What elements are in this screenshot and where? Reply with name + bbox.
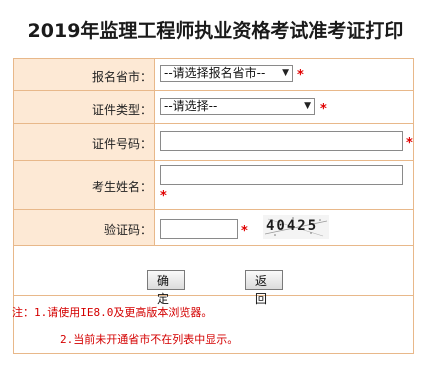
name-label-cell: 考生姓名： — [14, 161, 155, 209]
page-title: 2019年监理工程师执业资格考试准考证打印 — [27, 20, 404, 42]
note-line-2: 2.当前未开通省市不在列表中显示。 — [60, 333, 239, 346]
back-button[interactable]: 返回 — [245, 270, 283, 306]
name-row: 考生姓名： * — [14, 161, 413, 210]
button-row: 确定 返回 — [14, 246, 413, 306]
captcha-image[interactable]: 40425 — [263, 215, 329, 239]
chevron-down-icon: ▼ — [282, 68, 289, 78]
province-select[interactable]: --请选择报名省市-- ▼ — [160, 65, 293, 82]
note-line-1: 注：1.请使用IE8.0及更高版本浏览器。 — [12, 306, 213, 319]
id-type-select[interactable]: --请选择-- ▼ — [160, 98, 315, 115]
required-mark: * — [160, 189, 167, 204]
ticket-print-form: 报名省市： --请选择报名省市-- ▼ * 证件类型： --请选择-- ▼ * … — [12, 58, 414, 354]
confirm-button[interactable]: 确定 — [147, 270, 185, 306]
captcha-label: 验证码： — [103, 223, 152, 237]
notes-row: 注：1.请使用IE8.0及更高版本浏览器。 2.当前未开通省市不在列表中显示。 — [12, 296, 413, 353]
province-label: 报名省市： — [91, 70, 152, 84]
province-row: 报名省市： --请选择报名省市-- ▼ * — [14, 59, 413, 91]
id-type-label: 证件类型： — [91, 103, 152, 117]
province-label-cell: 报名省市： — [14, 59, 155, 90]
chevron-down-icon: ▼ — [304, 101, 311, 111]
province-select-value: --请选择报名省市-- — [164, 66, 266, 80]
ticket-print-page: 2019年监理工程师执业资格考试准考证打印 报名省市： --请选择报名省市-- … — [0, 0, 431, 367]
captcha-label-cell: 验证码： — [14, 210, 155, 245]
id-number-input[interactable] — [160, 131, 403, 151]
id-number-label-cell: 证件号码： — [14, 124, 155, 160]
name-input[interactable] — [160, 165, 403, 185]
id-type-label-cell: 证件类型： — [14, 91, 155, 123]
required-mark: * — [320, 102, 327, 117]
name-label: 考生姓名： — [91, 180, 152, 194]
id-number-label: 证件号码： — [91, 137, 152, 151]
id-number-row: 证件号码： * — [14, 124, 413, 161]
required-mark: * — [241, 224, 248, 239]
captcha-row: 验证码： * 40425 — [14, 210, 413, 246]
required-mark: * — [406, 136, 413, 151]
captcha-input[interactable] — [160, 219, 238, 239]
id-type-select-value: --请选择-- — [164, 99, 218, 113]
captcha-text: 40425 — [266, 218, 319, 234]
id-type-row: 证件类型： --请选择-- ▼ * — [14, 91, 413, 124]
required-mark: * — [297, 68, 304, 83]
